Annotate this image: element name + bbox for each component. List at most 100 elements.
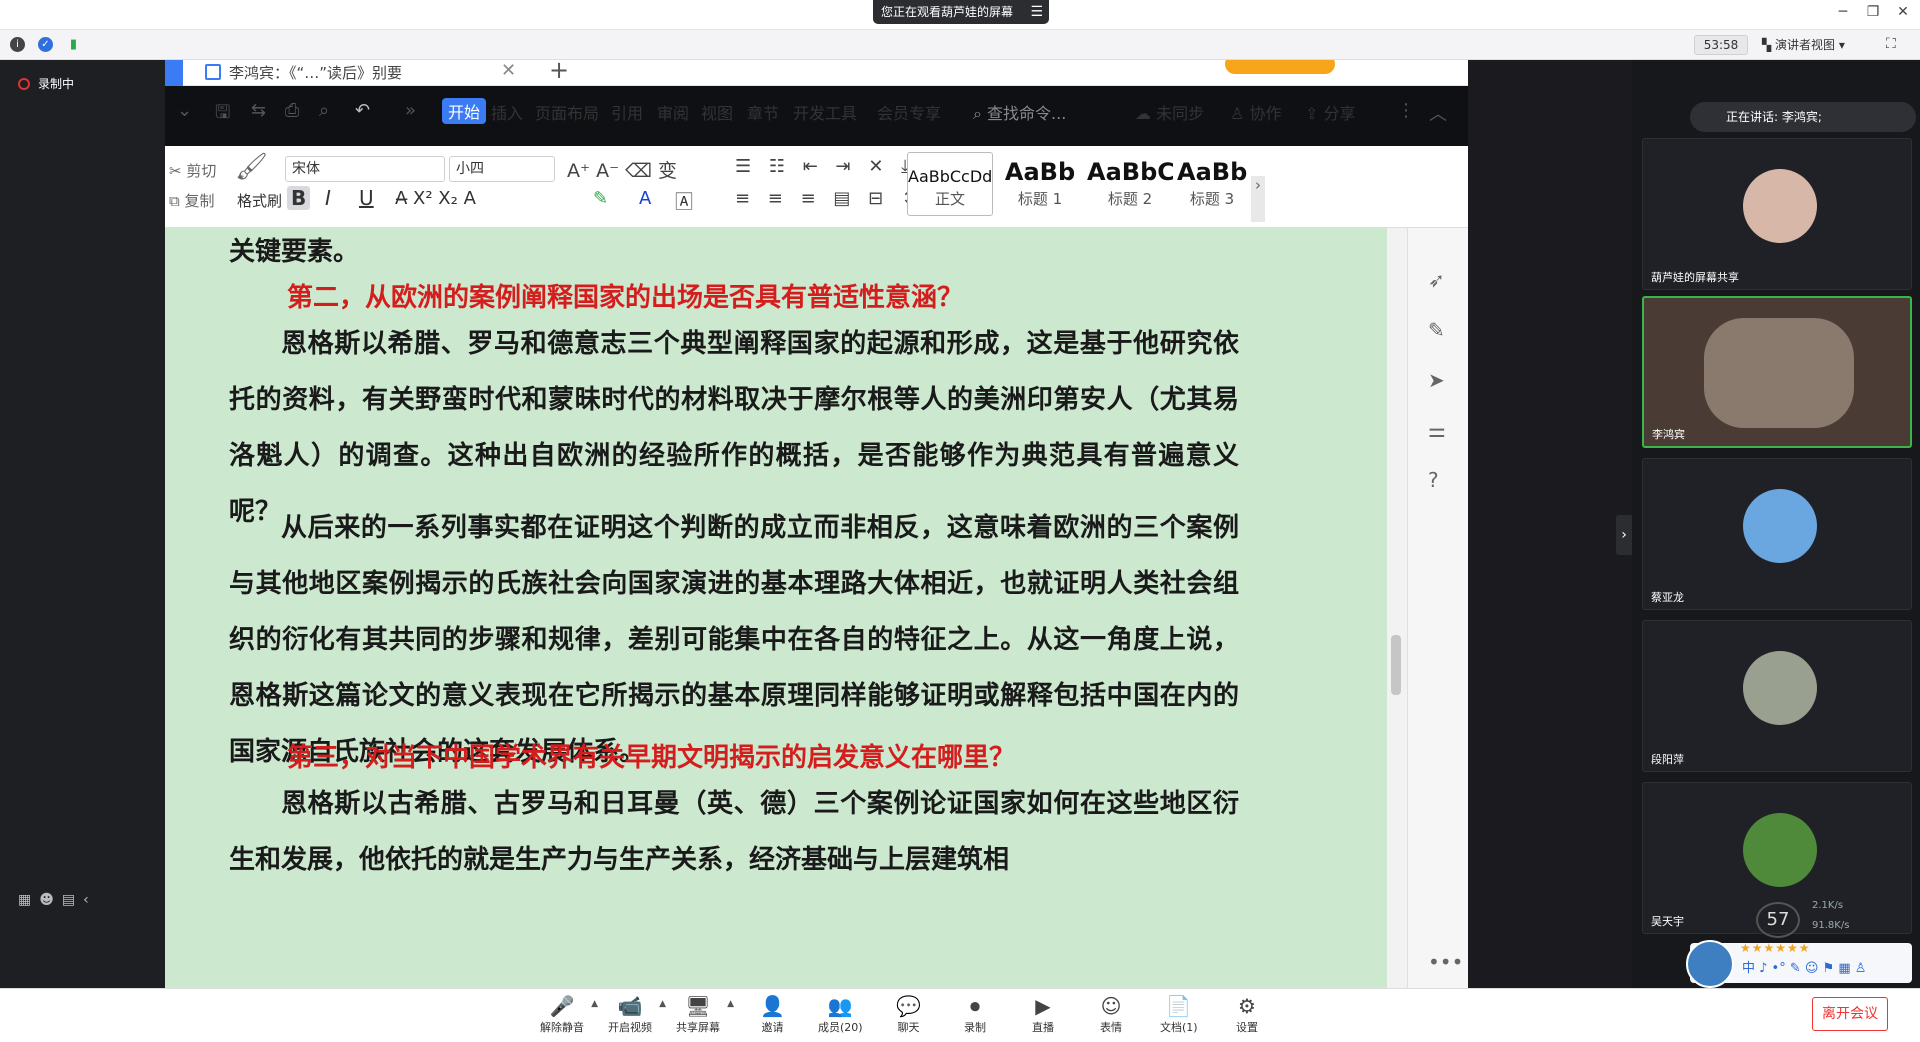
view-mode-label: 演讲者视图 [1775, 38, 1836, 52]
style-heading1-card[interactable]: AaBb 标题 1 [997, 152, 1083, 216]
scrollbar-thumb[interactable] [1391, 635, 1401, 695]
participant-tile[interactable]: 段阳萍 [1642, 620, 1912, 772]
chevron-up-icon[interactable]: ▲ [727, 999, 734, 1009]
char-border-icon[interactable]: 🄰 [675, 188, 693, 214]
share-screen-button[interactable]: 🖥 共享屏幕 ▲ [676, 993, 734, 1035]
document-page[interactable]: 关键要素。 第二，从欧洲的案例阐释国家的出场是否具有普适性意涵？ 恩格斯以希腊、… [165, 228, 1387, 988]
tab-insert[interactable]: 插入 [491, 100, 523, 124]
shield-icon[interactable]: ✓ [38, 37, 53, 52]
style-heading2-card[interactable]: AaBbC 标题 2 [1087, 152, 1173, 216]
caption-icon[interactable]: ▤ [62, 892, 83, 908]
style-normal-card[interactable]: AaBbCcDd 正文 [907, 152, 993, 216]
format-painter-icon[interactable]: 🖌 [235, 152, 268, 182]
style-name: 正文 [934, 190, 965, 208]
copy-label: 复制 [184, 192, 215, 210]
meeting-toolbar: 🎤 解除静音 ▲ 📹 开启视频 ▲ 🖥 共享屏幕 ▲ 👤 邀请 👥 成员(20) 💬 聊天 ⏺ 录制… [0, 988, 1920, 1042]
export-icon[interactable]: ⇆ [251, 100, 266, 121]
documents-button[interactable]: 📄 文档(1) [1160, 993, 1198, 1035]
fullscreen-icon[interactable]: ⛶ [1886, 36, 1896, 52]
mic-off-icon: 🎤 [549, 994, 575, 1018]
chevron-right-icon[interactable]: › [1616, 515, 1632, 555]
reactions-button[interactable]: ☺ 表情 [1100, 993, 1122, 1035]
cursor-icon[interactable]: ➤ [1428, 368, 1445, 392]
style-name: 标题 3 [1189, 190, 1235, 208]
banner-menu-icon[interactable]: ☰ [1030, 0, 1043, 24]
cut-button[interactable]: ✂ 剪切 [169, 160, 216, 181]
highlight-icon[interactable]: ✎ [593, 188, 608, 209]
close-button[interactable]: ✕ [1891, 4, 1915, 20]
emoji-icon[interactable]: ☻ [39, 892, 62, 908]
live-button[interactable]: ▶ 直播 [1032, 993, 1054, 1035]
participant-tile-active[interactable]: 李鸿宾 [1642, 296, 1912, 448]
rocket-icon[interactable]: ➶ [1428, 268, 1445, 292]
restore-button[interactable]: ❐ [1861, 4, 1885, 20]
tab-member[interactable]: 会员专享 [877, 100, 941, 124]
font-size-select[interactable]: 小四 [449, 156, 555, 182]
save-icon[interactable]: 🖫 [215, 100, 230, 130]
vertical-scrollbar[interactable] [1387, 228, 1407, 988]
participant-tile[interactable]: 蔡亚龙 [1642, 458, 1912, 610]
underline-icon[interactable]: U [359, 186, 374, 210]
copy-button[interactable]: ⧉ 复制 [169, 190, 215, 211]
participant-tile[interactable]: 葫芦娃的屏幕共享 [1642, 138, 1912, 290]
chevron-up-icon[interactable]: ▲ [659, 999, 666, 1009]
chevron-left-icon[interactable]: ‹ [83, 892, 97, 908]
pen-icon[interactable]: ✎ [1428, 318, 1445, 342]
italic-icon[interactable]: I [325, 186, 331, 210]
undo-icon[interactable]: ↶ [355, 100, 370, 121]
tab-developer[interactable]: 开发工具 [793, 100, 857, 124]
speaking-indicator: 正在讲话: 李鸿宾; [1690, 102, 1916, 132]
minimize-button[interactable]: ─ [1831, 4, 1855, 20]
sliders-icon[interactable]: ⚌ [1428, 418, 1446, 442]
tab-review[interactable]: 审阅 [657, 100, 689, 124]
left-tools[interactable]: ▦☻▤‹ [18, 892, 97, 908]
settings-button[interactable]: ⚙ 设置 [1236, 993, 1258, 1035]
more-horizontal-icon[interactable]: ••• [1428, 950, 1463, 974]
tab-start[interactable]: 开始 [442, 98, 487, 124]
strikethrough-icon[interactable]: A̶ X² X₂ A [395, 188, 476, 209]
members-button[interactable]: 👥 成员(20) [818, 993, 863, 1035]
help-icon[interactable]: ? [1428, 468, 1439, 492]
view-mode-dropdown[interactable]: ▚ 演讲者视图 ▾ [1762, 35, 1870, 55]
print-icon[interactable]: ⎙ [285, 100, 299, 121]
print-preview-icon[interactable]: ⌕ [319, 100, 329, 121]
chat-button[interactable]: 💬 聊天 [896, 993, 921, 1035]
document-icon: 📄 [1166, 994, 1192, 1018]
scissors-icon: ✂ [169, 162, 187, 180]
start-video-button[interactable]: 📹 开启视频 ▲ [608, 993, 666, 1035]
style-name: 标题 1 [1017, 190, 1063, 208]
share-button[interactable]: ⇪ 分享 [1305, 100, 1356, 124]
collaborate-button[interactable]: ♙ 协作 [1230, 100, 1281, 124]
grow-font-icon[interactable]: A⁺ A⁻ ⌫ 变 [567, 156, 677, 183]
leave-meeting-button[interactable]: 离开会议 [1812, 997, 1888, 1031]
chevron-down-icon[interactable]: ⌄ [177, 100, 192, 121]
collapse-ribbon-icon[interactable]: ︿ [1429, 100, 1447, 126]
invite-button[interactable]: 👤 邀请 [760, 993, 785, 1035]
format-painter-label[interactable]: 格式刷 [237, 190, 282, 211]
paragraph: 恩格斯以古希腊、古罗马和日耳曼（英、德）三个案例论证国家如何在这些地区衍生和发展… [229, 789, 1239, 875]
font-color-icon[interactable]: A [639, 188, 651, 209]
more-vertical-icon[interactable]: ⋮ [1397, 100, 1415, 121]
share-icon: ⇪ [1305, 104, 1324, 123]
font-family-select[interactable]: 宋体 [285, 156, 445, 182]
style-scroll-icon[interactable]: › [1251, 176, 1265, 222]
meeting-info-bar: i ✓ ▮ 53:58 ▚ 演讲者视图 ▾ ⛶ [0, 30, 1920, 60]
chevron-up-icon[interactable]: ▲ [591, 999, 598, 1009]
record-button[interactable]: ⏺ 录制 [964, 993, 986, 1035]
info-icon[interactable]: i [10, 37, 25, 52]
tab-chapter[interactable]: 章节 [747, 100, 779, 124]
style-heading3-card[interactable]: AaBbC 标题 3 [1177, 152, 1247, 216]
grid-icon[interactable]: ▦ [18, 892, 39, 908]
unmute-button[interactable]: 🎤 解除静音 ▲ [540, 993, 598, 1035]
command-search-placeholder: 查找命令... [987, 104, 1067, 123]
sync-button[interactable]: ☁ 未同步 [1135, 100, 1204, 124]
bold-icon[interactable]: B [287, 186, 311, 210]
tab-references[interactable]: 引用 [611, 100, 643, 124]
signal-icon[interactable]: ▮ [66, 37, 81, 52]
command-search[interactable]: ⌕ 查找命令... [973, 100, 1066, 124]
toolbar-label: 录制 [964, 1021, 986, 1034]
tab-page-layout[interactable]: 页面布局 [535, 100, 599, 124]
more-icon[interactable]: » [405, 100, 416, 121]
chevron-down-icon: ▾ [1835, 38, 1845, 52]
tab-view[interactable]: 视图 [701, 100, 733, 124]
